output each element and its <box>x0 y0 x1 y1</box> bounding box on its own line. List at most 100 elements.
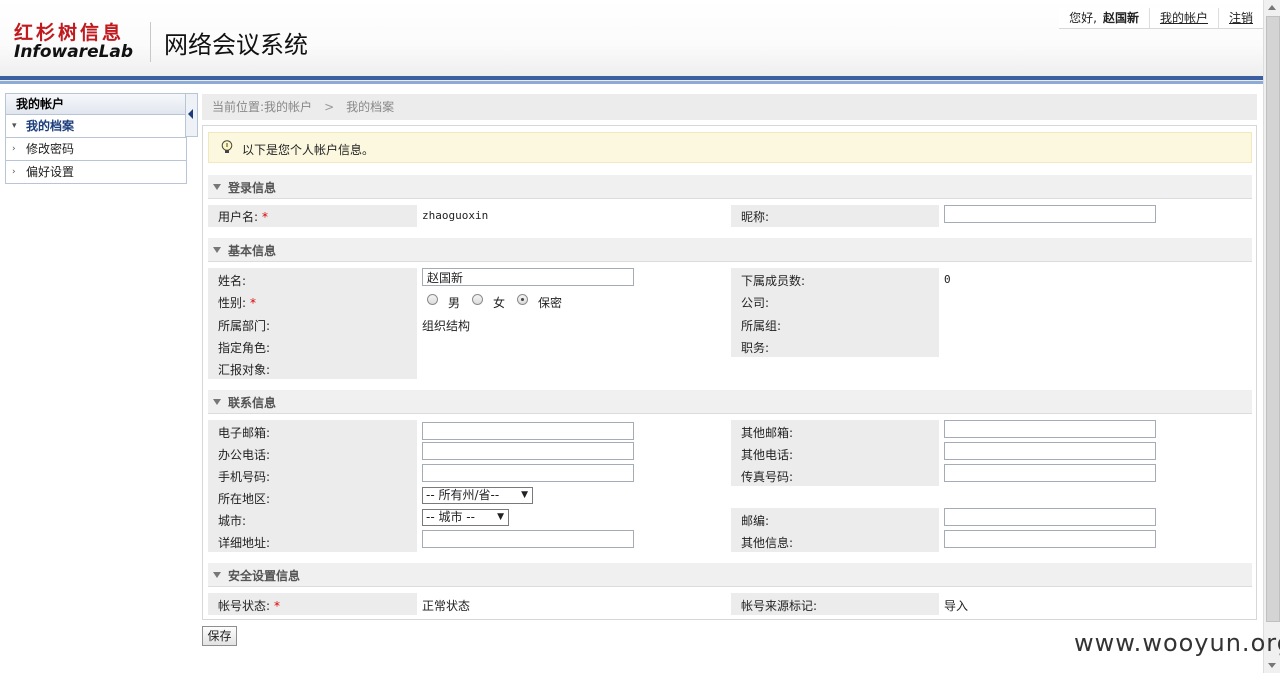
other-email-input[interactable] <box>944 420 1156 438</box>
scroll-down-icon[interactable] <box>1268 663 1276 668</box>
city-label: 城市: <box>218 514 247 528</box>
other-info-label: 其他信息: <box>741 536 794 550</box>
position-label: 职务: <box>741 341 770 355</box>
save-button[interactable]: 保存 <box>202 626 237 646</box>
gender-radio-private[interactable] <box>517 294 528 305</box>
scrollbar-thumb[interactable] <box>1266 16 1280 622</box>
subordinates-label: 下属成员数: <box>741 274 806 288</box>
scroll-up-icon[interactable] <box>1268 5 1276 10</box>
expand-down-icon <box>213 572 221 578</box>
sidebar-item-label: 修改密码 <box>26 142 75 156</box>
subordinates-value: 0 <box>944 273 951 286</box>
expand-down-icon <box>213 247 221 253</box>
username-value: zhaoguoxin <box>422 209 489 222</box>
chevron-down-icon: ▾ <box>12 121 17 131</box>
username-label: 用户名: * <box>218 208 268 225</box>
name-label: 姓名: <box>218 274 247 288</box>
sidebar-item-preferences[interactable]: › 偏好设置 <box>6 161 186 183</box>
role-label: 指定角色: <box>218 341 271 355</box>
required-mark: * <box>250 296 257 310</box>
mobile-label: 手机号码: <box>218 470 271 484</box>
logo-divider <box>150 22 151 62</box>
section-login-header[interactable]: 登录信息 <box>208 175 1252 199</box>
city-select[interactable]: -- 城市 -- ▼ <box>422 509 509 526</box>
gender-radio-male[interactable] <box>427 294 438 305</box>
section-security-header[interactable]: 安全设置信息 <box>208 563 1252 587</box>
fax-label: 传真号码: <box>741 470 794 484</box>
account-source-label: 帐号来源标记: <box>741 599 818 613</box>
email-label: 电子邮箱: <box>218 426 271 440</box>
my-account-nav: 我的帐户 <box>1148 8 1218 28</box>
logo-chinese: 红杉树信息 <box>14 18 124 45</box>
other-phone-input[interactable] <box>944 442 1156 460</box>
collapse-left-icon <box>188 109 193 119</box>
section-basic-header[interactable]: 基本信息 <box>208 238 1252 262</box>
sidebar: 我的帐户 ▾ 我的档案 › 修改密码 › 偏好设置 <box>5 93 187 184</box>
nickname-input[interactable] <box>944 205 1156 223</box>
breadcrumb-my-profile: 我的档案 <box>346 100 395 114</box>
fax-input[interactable] <box>944 464 1156 482</box>
department-label: 所属部门: <box>218 319 271 333</box>
sidebar-item-change-password[interactable]: › 修改密码 <box>6 138 186 161</box>
top-navigation: 您好, 赵国新 我的帐户 注销 <box>1059 8 1263 29</box>
watermark: www.wooyun.org <box>1074 629 1280 657</box>
header-stripe-light <box>0 81 1263 84</box>
logo-cn-text: 红杉树信息 <box>14 22 125 44</box>
office-phone-input[interactable] <box>422 442 634 460</box>
address-label: 详细地址: <box>218 536 271 550</box>
my-account-link[interactable]: 我的帐户 <box>1160 11 1208 25</box>
section-contact-title: 联系信息 <box>228 396 277 410</box>
gender-label: 性别: * <box>218 294 256 311</box>
account-source-value: 导入 <box>944 599 969 613</box>
account-status-value: 正常状态 <box>422 599 471 613</box>
gender-radio-female[interactable] <box>472 294 483 305</box>
gender-label-text: 性别: <box>218 296 247 310</box>
other-info-input[interactable] <box>944 530 1156 548</box>
region-select[interactable]: -- 所有州/省-- ▼ <box>422 487 533 504</box>
section-contact-header[interactable]: 联系信息 <box>208 390 1252 414</box>
sidebar-item-my-profile[interactable]: ▾ 我的档案 <box>6 115 186 138</box>
other-phone-label: 其他电话: <box>741 448 794 462</box>
company-label: 公司: <box>741 296 770 310</box>
chevron-right-icon: › <box>12 144 16 154</box>
sidebar-item-label: 我的档案 <box>26 119 75 133</box>
region-select-value: -- 所有州/省-- <box>426 488 500 502</box>
greeting: 您好, 赵国新 <box>1059 8 1149 28</box>
current-user-name: 赵国新 <box>1102 11 1139 25</box>
city-select-value: -- 城市 -- <box>426 510 475 524</box>
name-input[interactable] <box>422 268 634 286</box>
email-input[interactable] <box>422 422 634 440</box>
mobile-input[interactable] <box>422 464 634 482</box>
lightbulb-icon <box>221 140 233 153</box>
breadcrumb-my-account[interactable]: 我的帐户 <box>264 100 312 114</box>
dropdown-arrow-icon: ▼ <box>521 490 528 500</box>
vertical-scrollbar[interactable] <box>1263 0 1280 673</box>
required-mark: * <box>262 210 269 224</box>
postcode-label: 邮编: <box>741 514 770 528</box>
breadcrumb-separator-icon: > <box>324 100 335 114</box>
region-label: 所在地区: <box>218 492 271 506</box>
expand-down-icon <box>213 184 221 190</box>
section-login-title: 登录信息 <box>228 181 277 195</box>
nickname-label: 昵称: <box>741 210 770 224</box>
office-phone-label: 办公电话: <box>218 448 271 462</box>
logout-link[interactable]: 注销 <box>1229 11 1253 25</box>
info-notice: 以下是您个人帐户信息。 <box>208 132 1252 163</box>
gender-option-private: 保密 <box>538 296 563 310</box>
chevron-right-icon: › <box>12 167 16 177</box>
account-status-label: 帐号状态: * <box>218 597 280 614</box>
sidebar-collapse-button[interactable] <box>185 93 198 137</box>
logout-nav: 注销 <box>1217 8 1263 28</box>
breadcrumb-prefix: 当前位置: <box>212 100 265 114</box>
breadcrumb: 当前位置:我的帐户 > 我的档案 <box>202 94 1257 120</box>
report-to-label: 汇报对象: <box>218 363 271 377</box>
required-mark: * <box>274 599 281 613</box>
logo-english: InfowareLab <box>14 42 134 62</box>
postcode-input[interactable] <box>944 508 1156 526</box>
section-basic-title: 基本信息 <box>228 244 277 258</box>
section-security-title: 安全设置信息 <box>228 569 301 583</box>
gender-option-female: 女 <box>493 296 506 310</box>
dropdown-arrow-icon: ▼ <box>497 512 504 522</box>
header-stripe <box>0 76 1263 80</box>
address-input[interactable] <box>422 530 634 548</box>
